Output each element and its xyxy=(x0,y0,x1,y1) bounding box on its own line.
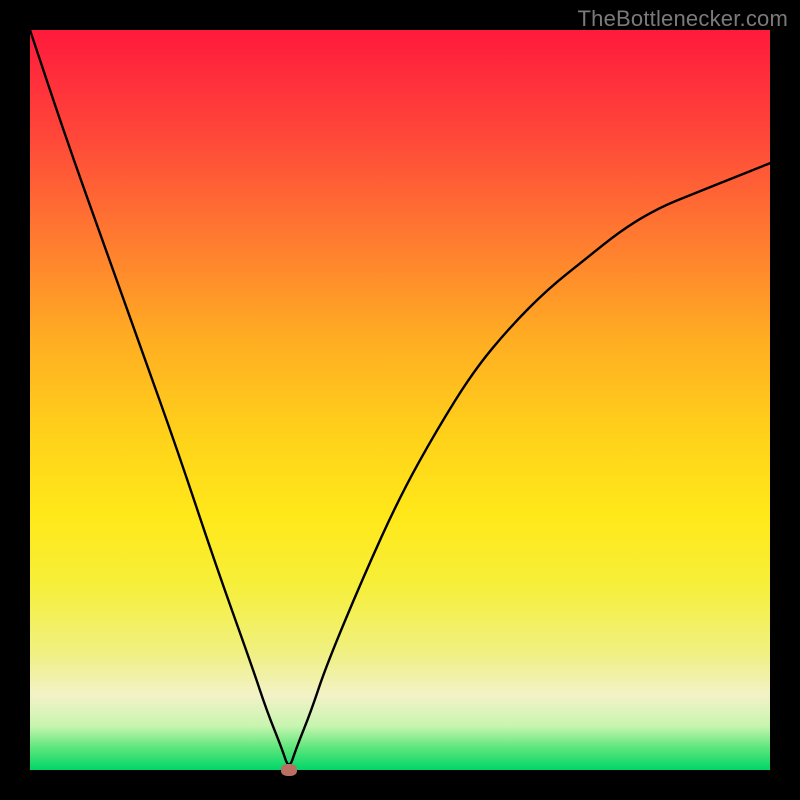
bottleneck-curve xyxy=(30,30,770,770)
optimum-marker xyxy=(281,764,297,776)
attribution-text: TheBottlenecker.com xyxy=(578,6,788,32)
plot-area xyxy=(30,30,770,770)
chart-frame: TheBottlenecker.com xyxy=(0,0,800,800)
